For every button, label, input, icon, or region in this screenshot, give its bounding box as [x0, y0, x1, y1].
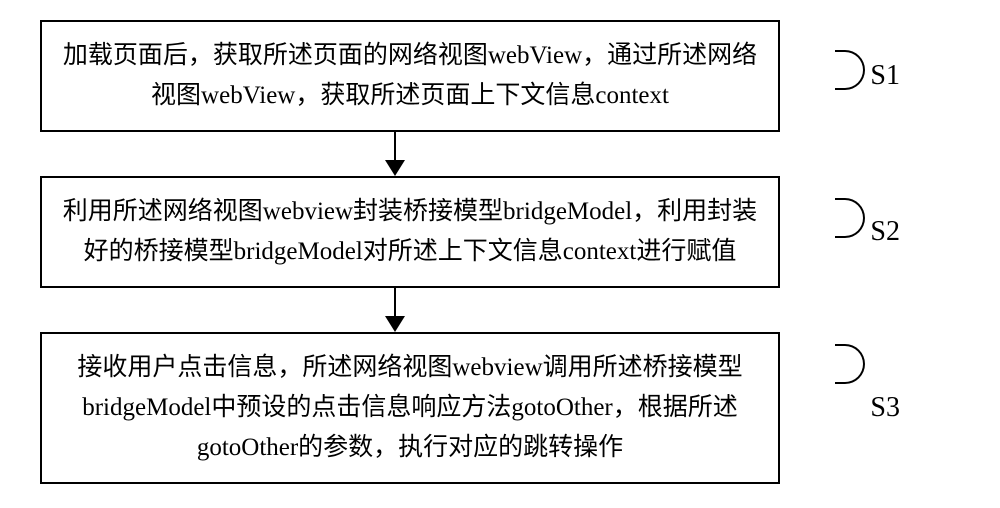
- step-1-box: 加载页面后，获取所述页面的网络视图webView，通过所述网络视图webView…: [40, 20, 780, 132]
- step-2-text: 利用所述网络视图webview封装桥接模型bridgeModel，利用封装好的桥…: [63, 198, 757, 265]
- step-3-connector: [835, 344, 865, 384]
- step-2-label: S2: [870, 216, 900, 248]
- step-3-text: 接收用户点击信息，所述网络视图webview调用所述桥接模型bridgeMode…: [77, 354, 742, 461]
- arrow-2: [385, 288, 405, 332]
- step-1-connector: [835, 50, 865, 90]
- step-1-label: S1: [870, 60, 900, 92]
- step-1-wrapper: 加载页面后，获取所述页面的网络视图webView，通过所述网络视图webView…: [40, 20, 960, 132]
- step-1-text: 加载页面后，获取所述页面的网络视图webView，通过所述网络视图webView…: [63, 42, 757, 109]
- arrow-1-line: [394, 132, 396, 160]
- step-3-label: S3: [870, 392, 900, 424]
- arrow-1-head: [385, 160, 405, 176]
- step-2-box: 利用所述网络视图webview封装桥接模型bridgeModel，利用封装好的桥…: [40, 176, 780, 288]
- arrow-2-head: [385, 316, 405, 332]
- step-3-box: 接收用户点击信息，所述网络视图webview调用所述桥接模型bridgeMode…: [40, 332, 780, 484]
- step-2-wrapper: 利用所述网络视图webview封装桥接模型bridgeModel，利用封装好的桥…: [40, 176, 960, 288]
- arrow-1: [385, 132, 405, 176]
- step-3-wrapper: 接收用户点击信息，所述网络视图webview调用所述桥接模型bridgeMode…: [40, 332, 960, 484]
- step-2-connector: [835, 198, 865, 238]
- arrow-2-line: [394, 288, 396, 316]
- flowchart-container: 加载页面后，获取所述页面的网络视图webView，通过所述网络视图webView…: [40, 20, 960, 484]
